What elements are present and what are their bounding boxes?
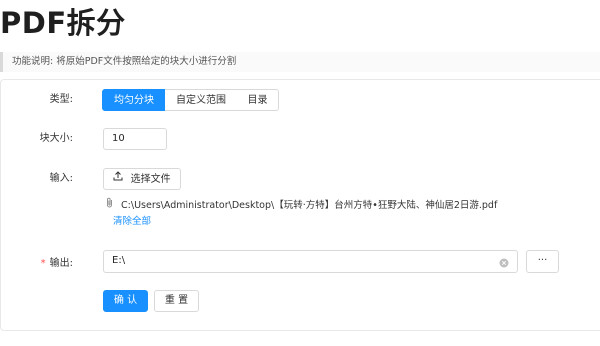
type-label: 类型: — [49, 94, 73, 105]
chunk-size-input[interactable]: 10 — [103, 128, 167, 150]
input-label: 输入: — [49, 173, 73, 184]
chunk-size-label: 块大小: — [39, 133, 73, 144]
output-label-wrap: * 输出: — [1, 257, 73, 271]
upload-icon — [113, 169, 123, 189]
page-title: PDF拆分 — [0, 6, 126, 40]
output-path-value: E:\ — [112, 255, 126, 266]
select-file-label: 选择文件 — [130, 174, 171, 185]
confirm-button[interactable]: 确 认 — [103, 290, 148, 312]
form-card: 类型: 均匀分块 自定义范围 目录 块大小: 10 输入: 选择文件 C:\Us… — [0, 79, 600, 331]
browse-button[interactable]: ··· — [526, 250, 559, 273]
clear-all-link[interactable]: 清除全部 — [113, 215, 151, 229]
paperclip-icon — [105, 197, 114, 213]
output-label: 输出: — [49, 258, 73, 269]
type-option-uniform[interactable]: 均匀分块 — [102, 89, 166, 111]
select-file-button[interactable]: 选择文件 — [103, 168, 181, 190]
clear-circle-icon[interactable] — [499, 256, 509, 268]
file-item: C:\Users\Administrator\Desktop\【玩转·方特】台州… — [105, 197, 497, 213]
type-option-custom-range[interactable]: 自定义范围 — [165, 89, 238, 111]
description-text: 功能说明: 将原始PDF文件按照给定的块大小进行分割 — [12, 56, 237, 67]
description-box: 功能说明: 将原始PDF文件按照给定的块大小进行分割 — [0, 52, 600, 72]
required-mark: * — [40, 258, 46, 269]
file-path: C:\Users\Administrator\Desktop\【玩转·方特】台州… — [121, 199, 498, 211]
output-path-input[interactable]: E:\ — [103, 250, 518, 273]
type-option-toc[interactable]: 目录 — [237, 89, 279, 111]
reset-button[interactable]: 重 置 — [154, 290, 199, 312]
